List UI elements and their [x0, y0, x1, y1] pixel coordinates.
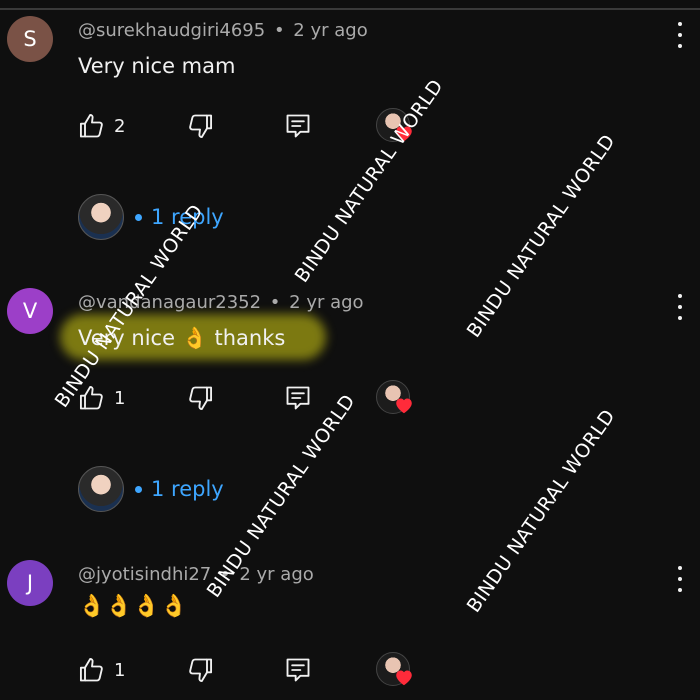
replies-label: 1 reply — [151, 205, 224, 229]
avatar[interactable]: J — [7, 560, 53, 606]
comments-page: S @surekhaudgiri4695 • 2 yr ago Very nic… — [0, 0, 700, 700]
heart-icon — [396, 398, 412, 414]
like-count: 1 — [114, 659, 126, 681]
comment-time: 2 yr ago — [239, 564, 314, 585]
comment-text: Very nice mam — [78, 54, 236, 78]
like-button[interactable]: 2 — [78, 110, 125, 142]
comment-meta: @vandanagaur2352 • 2 yr ago — [78, 292, 364, 313]
comment-text: 👌👌👌👌 — [78, 594, 188, 619]
like-button[interactable]: 1 — [78, 382, 125, 414]
reply-avatar — [78, 466, 124, 512]
dislike-button[interactable] — [186, 654, 214, 686]
comment-actions: 1 — [78, 380, 438, 414]
like-count: 2 — [114, 115, 126, 137]
thumbs-up-icon — [79, 385, 103, 410]
heart-icon — [396, 670, 412, 686]
comment-handle[interactable]: @vandanagaur2352 — [78, 292, 261, 313]
reply-dot — [135, 213, 142, 221]
comment-meta: @surekhaudgiri4695 • 2 yr ago — [78, 20, 368, 41]
thumbs-up-icon — [79, 657, 103, 682]
comment-time: 2 yr ago — [289, 292, 364, 313]
comment-item: J @jyotisindhi27 • 2 yr ago 👌👌👌👌 1 — [0, 560, 700, 700]
comment-actions: 2 — [78, 108, 438, 142]
reply-button[interactable] — [284, 382, 312, 414]
view-replies-button[interactable]: 1 reply — [78, 466, 224, 512]
comment-meta: @jyotisindhi27 • 2 yr ago — [78, 564, 314, 585]
meta-separator: • — [220, 564, 231, 585]
thumbs-down-icon — [189, 386, 213, 411]
dislike-button[interactable] — [186, 382, 214, 414]
like-button[interactable]: 1 — [78, 654, 125, 686]
reply-avatar — [78, 194, 124, 240]
thumbs-down-icon — [189, 114, 213, 139]
reply-dot — [135, 485, 142, 493]
dislike-button[interactable] — [186, 110, 214, 142]
comment-text: Very nice 👌 thanks — [78, 326, 286, 350]
meta-separator: • — [273, 20, 285, 41]
comment-item: S @surekhaudgiri4695 • 2 yr ago Very nic… — [0, 16, 700, 288]
thumbs-up-icon — [79, 113, 103, 138]
comment-item: V @vandanagaur2352 • 2 yr ago Very nice … — [0, 288, 700, 560]
comment-actions: 1 — [78, 652, 438, 686]
more-options-icon[interactable] — [672, 566, 688, 592]
like-count: 1 — [114, 387, 126, 409]
reply-button[interactable] — [284, 110, 312, 142]
avatar[interactable]: V — [7, 288, 53, 334]
more-options-icon[interactable] — [672, 22, 688, 48]
divider — [0, 8, 700, 10]
thumbs-down-icon — [189, 658, 213, 683]
comment-reply-icon — [286, 386, 310, 410]
comment-reply-icon — [286, 658, 310, 682]
view-replies-button[interactable]: 1 reply — [78, 194, 224, 240]
replies-label: 1 reply — [151, 477, 224, 501]
reply-button[interactable] — [284, 654, 312, 686]
comment-handle[interactable]: @surekhaudgiri4695 — [78, 20, 265, 41]
heart-icon — [396, 126, 412, 142]
comment-handle[interactable]: @jyotisindhi27 — [78, 564, 211, 585]
more-options-icon[interactable] — [672, 294, 688, 320]
avatar[interactable]: S — [7, 16, 53, 62]
meta-separator: • — [269, 292, 281, 313]
comment-time: 2 yr ago — [293, 20, 368, 41]
comment-reply-icon — [286, 114, 310, 138]
